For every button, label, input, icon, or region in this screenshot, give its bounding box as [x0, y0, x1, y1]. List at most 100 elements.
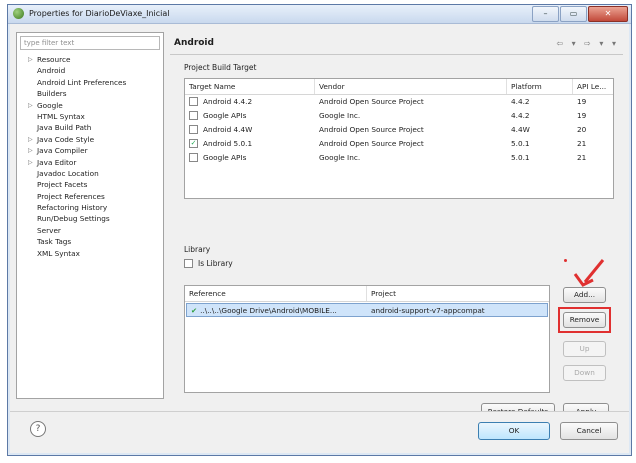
build-target-row[interactable]: Google APIs Google Inc. 4.4.2 19 — [185, 109, 613, 123]
sidebar-item-server[interactable]: Server — [17, 225, 163, 236]
target-vendor-cell: Google Inc. — [319, 153, 361, 162]
red-arrow-annotation — [573, 259, 605, 287]
target-name-text: Android 5.0.1 — [203, 139, 253, 148]
sidebar-item-label: Java Editor — [37, 157, 77, 167]
history-nav-icons[interactable]: ⇦ ▾ ⇨ ▾ ▾ — [556, 39, 619, 48]
sidebar-item-java-code-style[interactable]: ▷ Java Code Style — [17, 134, 163, 145]
build-target-row[interactable]: Android 4.4.2 Android Open Source Project… — [185, 95, 613, 109]
up-button[interactable]: Up — [563, 341, 606, 357]
sidebar-item-java-compiler[interactable]: ▷ Java Compiler — [17, 145, 163, 156]
sidebar-item-label: Android — [37, 66, 66, 76]
sidebar-item-refactoring-history[interactable]: Refactoring History — [17, 202, 163, 213]
is-library-label: Is Library — [198, 259, 233, 268]
target-checkbox[interactable] — [189, 96, 198, 106]
is-library-checkbox-box[interactable] — [184, 258, 193, 268]
sidebar-item-html-syntax[interactable]: HTML Syntax — [17, 111, 163, 122]
check-icon: ✔ — [191, 306, 198, 315]
sidebar-item-label: Java Code Style — [37, 134, 95, 144]
expand-arrow-icon[interactable]: ▷ — [28, 100, 33, 111]
library-project-cell: android-support-v7-appcompat — [371, 306, 485, 315]
sidebar-item-android[interactable]: Android — [17, 65, 163, 76]
target-api-cell: 20 — [577, 125, 587, 134]
sidebar-item-label: Javadoc Location — [37, 168, 99, 178]
page-header: Android ⇦ ▾ ⇨ ▾ ▾ — [170, 32, 623, 55]
sidebar-item-resource[interactable]: ▷ Resource — [17, 54, 163, 65]
sidebar-item-project-references[interactable]: Project References — [17, 191, 163, 202]
sidebar-item-label: HTML Syntax — [37, 111, 85, 121]
col-reference[interactable]: Reference — [185, 286, 367, 301]
build-target-row[interactable]: Android 4.4W Android Open Source Project 4… — [185, 123, 613, 137]
library-reference-table: Reference Project ✔ ..\..\..\Google Drive… — [184, 285, 550, 393]
build-target-row[interactable]: Google APIs Google Inc. 5.0.1 21 — [185, 151, 613, 165]
dialog-button-bar: ? OK Cancel — [10, 411, 629, 452]
build-target-header: Target Name Vendor Platform API Le... — [185, 79, 613, 95]
help-icon[interactable]: ? — [30, 421, 46, 437]
col-platform[interactable]: Platform — [507, 79, 573, 94]
sidebar-item-task-tags[interactable]: Task Tags — [17, 236, 163, 247]
sidebar-item-android-lint-preferences[interactable]: Android Lint Preferences — [17, 77, 163, 88]
target-name-cell: Android 4.4W — [185, 123, 315, 137]
filter-input[interactable]: type filter text — [20, 36, 160, 50]
target-name-text: Google APIs — [203, 153, 247, 162]
expand-arrow-icon[interactable]: ▷ — [28, 54, 33, 65]
target-checkbox[interactable]: ✓ — [189, 138, 198, 148]
dialog-client-area: type filter text ▷ Resource Android Android… — [10, 24, 629, 453]
target-name-cell: Google APIs — [185, 109, 315, 123]
library-reference-cell: ✔ ..\..\..\Google Drive\Android\MOBILE... — [187, 304, 367, 316]
cancel-button[interactable]: Cancel — [560, 422, 618, 440]
col-api-level[interactable]: API Le... — [573, 79, 613, 94]
sidebar-item-label: Run/Debug Settings — [37, 214, 110, 224]
col-target-name[interactable]: Target Name — [185, 79, 315, 94]
target-vendor-cell: Google Inc. — [319, 111, 361, 120]
target-checkbox[interactable] — [189, 152, 198, 162]
target-checkbox[interactable] — [189, 110, 198, 120]
sidebar-item-label: Server — [37, 225, 61, 235]
target-api-cell: 21 — [577, 153, 587, 162]
sidebar-item-project-facets[interactable]: Project Facets — [17, 179, 163, 190]
sidebar-item-label: XML Syntax — [37, 248, 80, 258]
target-vendor-cell: Android Open Source Project — [319, 125, 424, 134]
target-vendor-cell: Android Open Source Project — [319, 97, 424, 106]
col-vendor[interactable]: Vendor — [315, 79, 507, 94]
window-controls: – ▭ ✕ — [532, 6, 628, 22]
target-name-cell: Google APIs — [185, 151, 315, 165]
sidebar-item-builders[interactable]: Builders — [17, 88, 163, 99]
target-checkbox[interactable] — [189, 124, 198, 134]
target-platform-cell: 4.4.2 — [511, 97, 530, 106]
sidebar-item-java-editor[interactable]: ▷ Java Editor — [17, 157, 163, 168]
maximize-button[interactable]: ▭ — [560, 6, 587, 22]
add-button[interactable]: Add... — [563, 287, 606, 303]
target-name-text: Android 4.4W — [203, 125, 253, 134]
ok-button[interactable]: OK — [478, 422, 550, 440]
sidebar-item-run-debug-settings[interactable]: Run/Debug Settings — [17, 213, 163, 224]
col-project[interactable]: Project — [367, 286, 549, 301]
sidebar-item-label: Resource — [37, 55, 71, 64]
sidebar-item-label: Task Tags — [37, 237, 72, 247]
build-target-row[interactable]: ✓ Android 5.0.1 Android Open Source Projec… — [185, 137, 613, 151]
expand-arrow-icon[interactable]: ▷ — [28, 157, 33, 168]
sidebar-item-javadoc-location[interactable]: Javadoc Location — [17, 168, 163, 179]
library-row[interactable]: ✔ ..\..\..\Google Drive\Android\MOBILE...… — [186, 303, 548, 317]
expand-arrow-icon[interactable]: ▷ — [28, 134, 33, 145]
target-api-cell: 19 — [577, 97, 587, 106]
build-target-table: Target Name Vendor Platform API Le... An… — [184, 78, 614, 199]
build-target-rows: Android 4.4.2 Android Open Source Project… — [185, 95, 613, 165]
sidebar-item-label: Builders — [37, 89, 67, 99]
target-platform-cell: 5.0.1 — [511, 153, 530, 162]
minimize-button[interactable]: – — [532, 6, 559, 22]
category-tree: ▷ Resource Android Android Lint Preferences… — [17, 54, 163, 259]
is-library-checkbox[interactable]: Is Library — [184, 258, 233, 269]
eclipse-app-icon — [13, 8, 24, 19]
down-button[interactable]: Down — [563, 365, 606, 381]
remove-highlight-box — [558, 307, 611, 333]
close-button[interactable]: ✕ — [588, 6, 628, 22]
target-name-cell: ✓ Android 5.0.1 — [185, 137, 315, 151]
sidebar-item-xml-syntax[interactable]: XML Syntax — [17, 248, 163, 259]
expand-arrow-icon[interactable]: ▷ — [28, 145, 33, 156]
properties-dialog: Properties for DiarioDeViaxe_Inicial – ▭… — [7, 4, 632, 456]
target-name-text: Android 4.4.2 — [203, 97, 253, 106]
target-vendor-cell: Android Open Source Project — [319, 139, 424, 148]
sidebar-item-label: Refactoring History — [37, 203, 108, 213]
sidebar-item-java-build-path[interactable]: Java Build Path — [17, 122, 163, 133]
sidebar-item-google[interactable]: ▷ Google — [17, 100, 163, 111]
